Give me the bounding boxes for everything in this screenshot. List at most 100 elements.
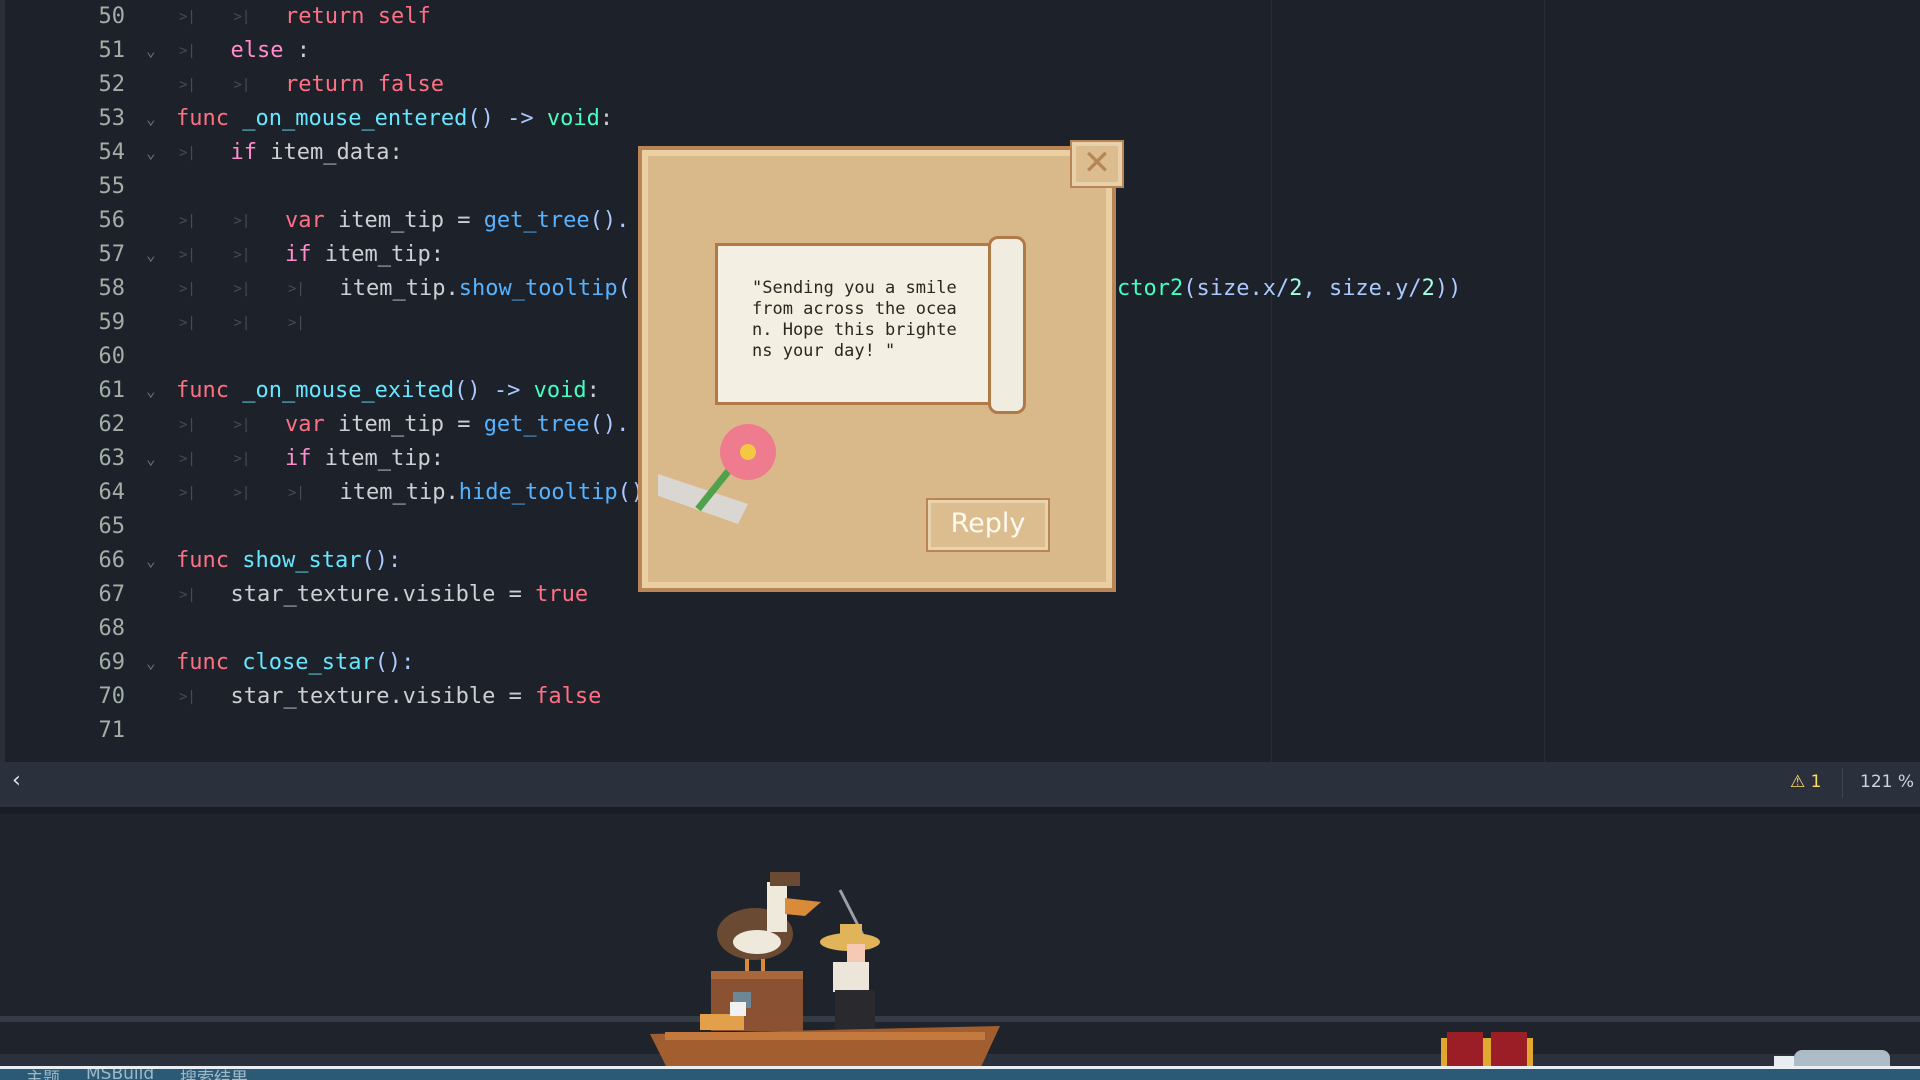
tab-marker-icon: >|: [179, 204, 196, 238]
code-token: 2: [1289, 276, 1302, 301]
code-line[interactable]: 52>|>|return false: [5, 68, 1920, 102]
reply-button[interactable]: Reply: [928, 500, 1048, 550]
code-token: ():: [375, 650, 415, 675]
code-text: star_texture.visible = true: [231, 578, 589, 612]
tab-msbuild[interactable]: MSBuild: [86, 1066, 154, 1080]
zoom-level[interactable]: 121 %: [1860, 772, 1914, 792]
code-token: ():: [361, 548, 401, 573]
line-number: 58: [45, 272, 125, 306]
boat-scene: [645, 864, 1005, 1080]
fold-chevron-icon[interactable]: ⌄: [146, 34, 156, 68]
letter-scroll: "Sending you a smile from across the oce…: [715, 243, 993, 405]
tab-marker-icon: >|: [179, 408, 196, 442]
tab-marker-icon: >|: [179, 34, 196, 68]
code-token: get_tree: [484, 208, 590, 233]
fold-chevron-icon[interactable]: ⌄: [146, 136, 156, 170]
line-number: 63: [45, 442, 125, 476]
code-token: if: [285, 446, 325, 471]
line-number: 69: [45, 646, 125, 680]
code-line[interactable]: 53⌄func _on_mouse_entered() -> void:: [5, 102, 1920, 136]
game-preview[interactable]: [0, 814, 1920, 1080]
code-token: var: [285, 208, 338, 233]
code-text: var item_tip = get_tree().: [285, 204, 629, 238]
fold-chevron-icon[interactable]: ⌄: [146, 374, 156, 408]
code-token: false: [535, 684, 601, 709]
fold-chevron-icon[interactable]: ⌄: [146, 646, 156, 680]
code-token: if: [285, 242, 325, 267]
tab-marker-icon: >|: [234, 0, 251, 34]
tab-marker-icon: >|: [179, 680, 196, 714]
tab-search-results[interactable]: 搜索结果: [180, 1066, 248, 1080]
line-number: 56: [45, 204, 125, 238]
code-token: item_tip.: [340, 480, 459, 505]
code-token: close_star: [242, 650, 374, 675]
line-number: 61: [45, 374, 125, 408]
tab-marker-icon: >|: [234, 476, 251, 510]
code-token: func: [176, 378, 242, 403]
code-token: , size.y/: [1302, 276, 1421, 301]
tab-marker-icon: >|: [234, 306, 251, 340]
code-line[interactable]: 71: [5, 714, 1920, 748]
tab-marker-icon: >|: [288, 476, 305, 510]
fold-chevron-icon[interactable]: ⌄: [146, 544, 156, 578]
code-line[interactable]: 50>|>|return self: [5, 0, 1920, 34]
code-token: ().: [590, 412, 630, 437]
code-token: () ->: [467, 106, 546, 131]
line-number: 59: [45, 306, 125, 340]
code-text: var item_tip = get_tree().: [285, 408, 629, 442]
panel-splitter[interactable]: [0, 804, 1920, 814]
code-text: func _on_mouse_exited() -> void:: [176, 374, 600, 408]
line-number: 51: [45, 34, 125, 68]
close-icon: ✕: [1083, 143, 1112, 183]
code-token: item_tip:: [325, 446, 444, 471]
code-text-continued: ctor2(size.x/2, size.y/2)): [1117, 272, 1461, 306]
code-token: void: [534, 378, 587, 403]
fold-chevron-icon[interactable]: ⌄: [146, 238, 156, 272]
code-text: return false: [285, 68, 444, 102]
code-text: star_texture.visible = false: [231, 680, 602, 714]
editor-status-bar: ‹ ⚠ 1 121 %: [0, 762, 1920, 804]
line-number: 60: [45, 340, 125, 374]
line-number: 54: [45, 136, 125, 170]
fisher-girl-sprite: [820, 890, 880, 1030]
fold-chevron-icon[interactable]: ⌄: [146, 442, 156, 476]
tab-theme[interactable]: 主题: [26, 1066, 60, 1080]
code-line[interactable]: 69 ⌄ func close_star():: [5, 646, 1920, 680]
bottom-panel-tabs: 主题 MSBuild 搜索结果: [0, 1066, 1920, 1080]
code-line[interactable]: 70>|star_texture.visible = false: [5, 680, 1920, 714]
warning-icon: ⚠: [1790, 772, 1805, 792]
chevron-left-icon[interactable]: ‹: [12, 768, 21, 793]
code-token: star_texture.visible =: [231, 582, 536, 607]
code-token: func: [176, 106, 242, 131]
code-token: (): [618, 480, 645, 505]
tab-marker-icon: >|: [234, 204, 251, 238]
code-text: func _on_mouse_entered() -> void:: [176, 102, 613, 136]
code-line[interactable]: 51 ⌄ >| else :: [5, 34, 1920, 68]
code-token: item_tip:: [325, 242, 444, 267]
close-button[interactable]: ✕: [1072, 142, 1122, 186]
tab-marker-icon: >|: [234, 238, 251, 272]
code-token: show_tooltip: [459, 276, 618, 301]
code-token: true: [535, 582, 588, 607]
tab-marker-icon: >|: [179, 238, 196, 272]
code-text: func close_star():: [176, 646, 414, 680]
tab-marker-icon: >|: [234, 442, 251, 476]
code-token: show_star: [242, 548, 361, 573]
code-text: if item_data:: [231, 136, 403, 170]
code-text: else :: [231, 34, 310, 68]
flower-gift-icon: [658, 424, 778, 534]
line-number: 67: [45, 578, 125, 612]
code-token: item_data:: [270, 140, 402, 165]
code-token: (: [618, 276, 631, 301]
code-text: if item_tip:: [285, 238, 444, 272]
fold-chevron-icon[interactable]: ⌄: [146, 102, 156, 136]
code-token: )): [1435, 276, 1462, 301]
line-number: 50: [45, 0, 125, 34]
code-line[interactable]: 68: [5, 612, 1920, 646]
code-token: star_texture.visible =: [231, 684, 536, 709]
code-token: item_tip =: [338, 412, 484, 437]
code-token: func: [176, 548, 242, 573]
warnings-indicator[interactable]: ⚠ 1: [1790, 772, 1821, 792]
code-text: return self: [285, 0, 431, 34]
line-number: 55: [45, 170, 125, 204]
